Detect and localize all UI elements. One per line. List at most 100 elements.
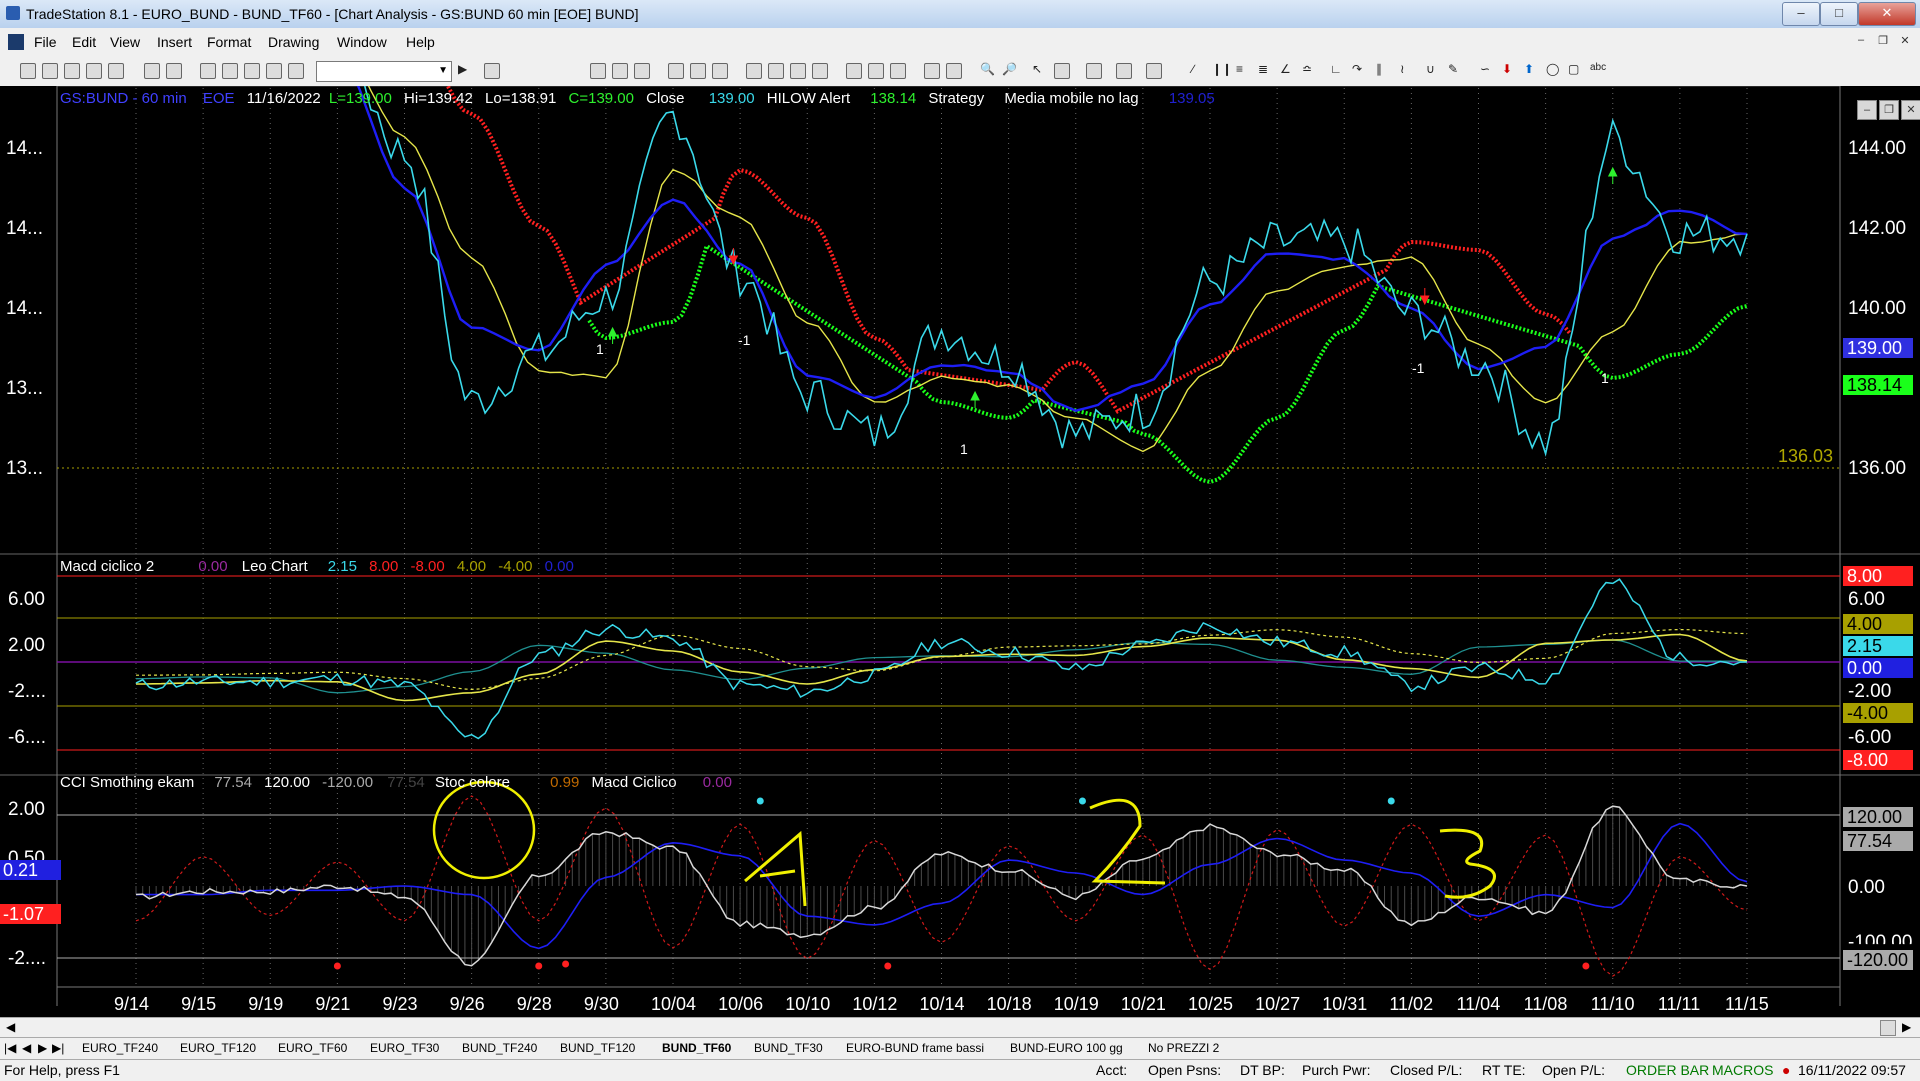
x-axis-label: 9/26: [449, 994, 485, 1014]
mdi-minimize-icon[interactable]: –: [1851, 33, 1871, 51]
andrews-pitchfork-icon[interactable]: ≏: [1302, 62, 1312, 76]
menu-insert[interactable]: Insert: [157, 34, 192, 50]
pointer-candle-icon[interactable]: [812, 63, 828, 79]
pointer-icon[interactable]: ↖: [1032, 62, 1042, 76]
menu-help[interactable]: Help: [406, 34, 435, 50]
scroll-left-icon[interactable]: ◀: [6, 1020, 15, 1034]
menu-view[interactable]: View: [110, 34, 140, 50]
link-icon[interactable]: [266, 63, 282, 79]
channel-icon[interactable]: ∥: [1376, 62, 1382, 76]
trendline-icon[interactable]: ∕: [1192, 62, 1194, 76]
maximize-button[interactable]: □: [1820, 2, 1858, 26]
zoom-in-icon[interactable]: 🔍: [980, 62, 995, 76]
strategy-icon[interactable]: [712, 63, 728, 79]
menu-edit[interactable]: Edit: [72, 34, 96, 50]
bar-chart-icon[interactable]: [868, 63, 884, 79]
tab-bund-tf60[interactable]: BUND_TF60: [662, 1041, 731, 1055]
tab-euro-tf30[interactable]: EURO_TF30: [370, 1041, 439, 1055]
tab-euro-tf120[interactable]: EURO_TF120: [180, 1041, 256, 1055]
tile-icon[interactable]: [222, 63, 238, 79]
tab-bund-tf120[interactable]: BUND_TF120: [560, 1041, 635, 1055]
regression-icon[interactable]: ≀: [1400, 62, 1405, 76]
menu-format[interactable]: Format: [207, 34, 251, 50]
horizontal-lines-icon[interactable]: ≡: [1236, 62, 1243, 76]
up-arrow-icon[interactable]: ⬆: [1524, 62, 1534, 76]
volume-icon[interactable]: [890, 63, 906, 79]
radar-icon[interactable]: [612, 63, 628, 79]
speed-lines-icon[interactable]: ∟: [1330, 62, 1342, 76]
panel-minimize-icon[interactable]: –: [1857, 100, 1877, 120]
data-window-icon[interactable]: [746, 63, 762, 79]
tab-nav-last-icon[interactable]: ▶|: [52, 1041, 64, 1055]
tab-bund-euro-100gg[interactable]: BUND-EURO 100 gg: [1010, 1041, 1123, 1055]
window-icon[interactable]: [200, 63, 216, 79]
retracement-icon[interactable]: ∪: [1426, 62, 1435, 76]
scroll-right-icon[interactable]: ▶: [1902, 1020, 1911, 1034]
save-icon[interactable]: [144, 63, 160, 79]
horizontal-scrollbar[interactable]: ◀ ▶: [0, 1017, 1920, 1038]
chevron-down-icon[interactable]: ▼: [438, 65, 448, 76]
menu-drawing[interactable]: Drawing: [268, 34, 319, 50]
down-arrow-icon[interactable]: ⬇: [1502, 62, 1512, 76]
alert-icon[interactable]: [1146, 63, 1162, 79]
open-workspace-icon[interactable]: [64, 63, 80, 79]
candles-icon[interactable]: [790, 63, 806, 79]
mdi-restore-icon[interactable]: ❐: [1873, 33, 1893, 51]
tab-nav-next-icon[interactable]: ▶: [38, 1041, 47, 1055]
rectangle-icon[interactable]: ▢: [1568, 62, 1579, 76]
panel-close-icon[interactable]: ✕: [1901, 100, 1920, 120]
vertical-lines-icon[interactable]: ❙❙: [1212, 62, 1232, 76]
print-icon[interactable]: [166, 63, 182, 79]
minimize-button[interactable]: –: [1782, 2, 1820, 26]
gann-fan-icon[interactable]: ∠: [1280, 62, 1291, 76]
format-icon[interactable]: [690, 63, 706, 79]
chart-icon[interactable]: [590, 63, 606, 79]
fibonacci-icon[interactable]: ≣: [1258, 62, 1268, 76]
pencil-icon[interactable]: ✎: [1448, 62, 1458, 76]
tab-no-prezzi-2[interactable]: No PREZZI 2: [1148, 1041, 1219, 1055]
curve-icon[interactable]: ∽: [1480, 62, 1490, 76]
line-icon[interactable]: [846, 63, 862, 79]
chart-canvas[interactable]: [0, 86, 1920, 1006]
open-icon[interactable]: [42, 63, 58, 79]
x-axis-label: 10/27: [1255, 994, 1301, 1014]
chart-analysis-window[interactable]: GS:BUND - 60 min EOE 11/16/2022 L=139.00…: [0, 86, 1920, 1014]
close-button[interactable]: ✕: [1858, 2, 1916, 26]
menu-file[interactable]: File: [34, 34, 57, 50]
crosshair-icon[interactable]: [1054, 63, 1070, 79]
zoom-out-icon[interactable]: 🔎: [1002, 62, 1017, 76]
folder-icon[interactable]: [108, 63, 124, 79]
copy-icon[interactable]: [86, 63, 102, 79]
interval-icon[interactable]: [924, 63, 940, 79]
status-order-bar[interactable]: ORDER BAR: [1626, 1062, 1709, 1078]
ellipse-icon[interactable]: ◯: [1546, 62, 1559, 76]
binoculars-icon[interactable]: [484, 63, 500, 79]
status-macros[interactable]: MACROS: [1712, 1062, 1773, 1078]
menu-window[interactable]: Window: [337, 34, 387, 50]
symbol-combo[interactable]: ▼: [316, 61, 452, 82]
bars-icon[interactable]: [768, 63, 784, 79]
globe-icon[interactable]: [288, 63, 304, 79]
tab-euro-bund-frame-bassi[interactable]: EURO-BUND frame bassi: [846, 1041, 984, 1055]
tab-nav-first-icon[interactable]: |◀: [4, 1041, 16, 1055]
tab-euro-tf60[interactable]: EURO_TF60: [278, 1041, 347, 1055]
grid-icon[interactable]: [634, 63, 650, 79]
tab-euro-tf240[interactable]: EURO_TF240: [82, 1041, 158, 1055]
new-icon[interactable]: [20, 63, 36, 79]
order-icon[interactable]: [1116, 63, 1132, 79]
arc-icon[interactable]: ↷: [1352, 62, 1362, 76]
panel-restore-icon[interactable]: ❐: [1879, 100, 1899, 120]
mdi-close-icon[interactable]: ✕: [1895, 33, 1915, 51]
lock-icon[interactable]: [244, 63, 260, 79]
scroll-thumb[interactable]: [1880, 1020, 1896, 1036]
tab-bund-tf30[interactable]: BUND_TF30: [754, 1041, 823, 1055]
text-icon[interactable]: abc: [1590, 62, 1606, 73]
x-axis-label: 10/18: [986, 994, 1032, 1014]
cci-value: -120.00: [322, 774, 374, 791]
tab-bund-tf240[interactable]: BUND_TF240: [462, 1041, 537, 1055]
tab-nav-prev-icon[interactable]: ◀: [22, 1041, 31, 1055]
tools-icon[interactable]: [1086, 63, 1102, 79]
bar-spacing-icon[interactable]: [946, 63, 962, 79]
play-icon[interactable]: ▶: [458, 62, 467, 76]
indicator-icon[interactable]: [668, 63, 684, 79]
